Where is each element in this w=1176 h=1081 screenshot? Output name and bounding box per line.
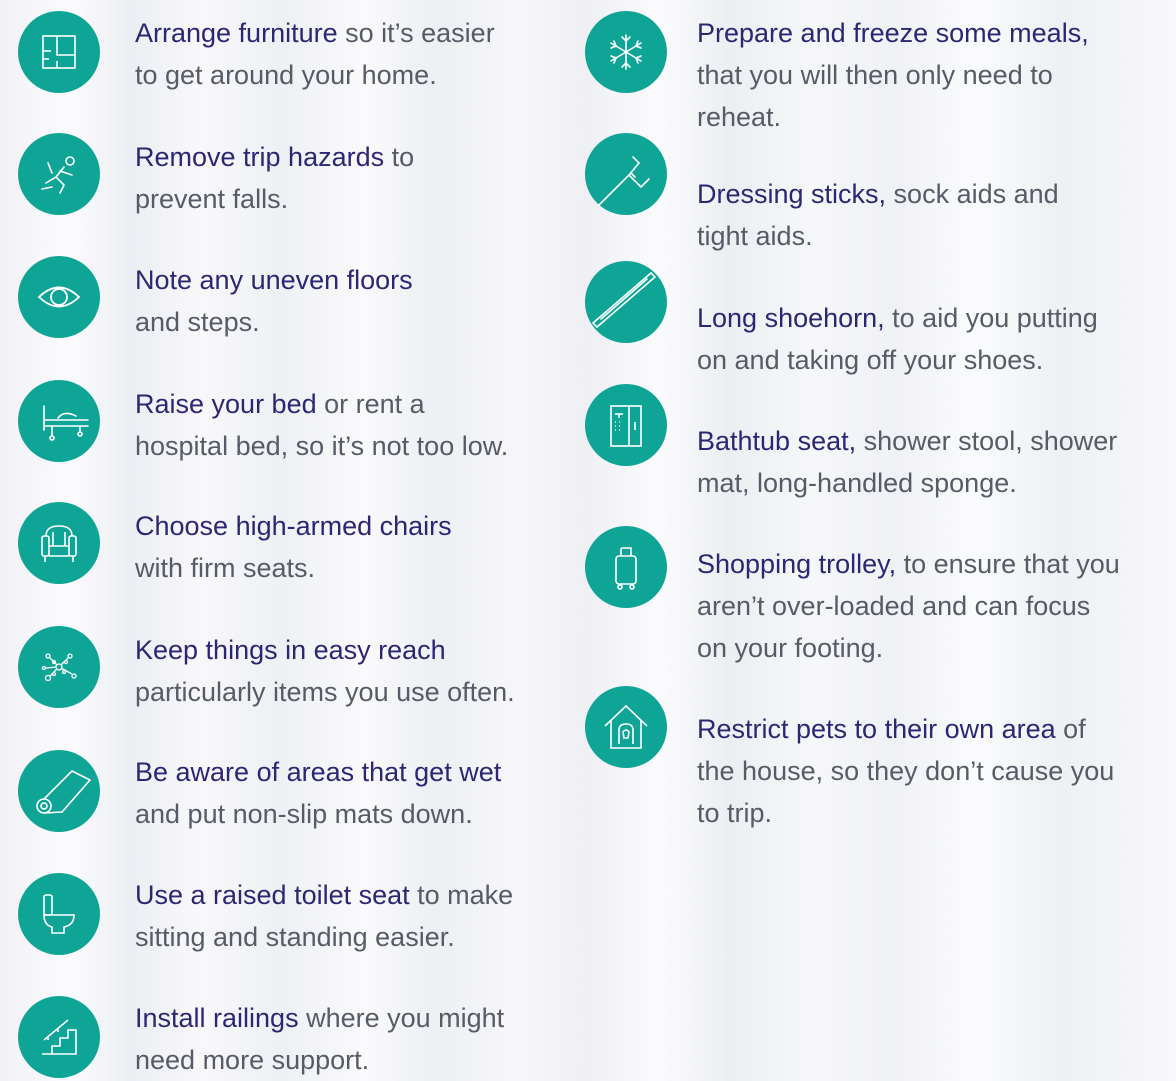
- tip-text: aren’t over-loaded and can focus: [697, 591, 1091, 621]
- tip-highlight: Restrict pets to their own area: [697, 714, 1056, 744]
- tip-text: on and taking off your shoes.: [697, 345, 1044, 375]
- tip-text: reheat.: [697, 102, 782, 132]
- network-icon: [18, 626, 100, 708]
- tip-text: sitting and standing easier.: [135, 922, 455, 952]
- shower-icon: [585, 384, 667, 466]
- tip-text: prevent falls.: [135, 184, 289, 214]
- bed-icon: [18, 380, 100, 462]
- tip-highlight: Choose high-armed chairs: [135, 511, 452, 541]
- tip-highlight: Long shoehorn,: [697, 303, 885, 333]
- tip-highlight: Arrange furniture: [135, 18, 338, 48]
- tip-text: tight aids.: [697, 221, 813, 251]
- tip-highlight: Keep things in easy reach: [135, 635, 446, 665]
- tip-text: to get around your home.: [135, 60, 437, 90]
- tip-highlight: Note any uneven floors: [135, 265, 413, 295]
- mat-roll-icon: [18, 750, 100, 832]
- tip-highlight: Be aware of areas that get wet: [135, 757, 502, 787]
- tip-text: need more support.: [135, 1045, 370, 1075]
- trolley-icon: [585, 526, 667, 608]
- toilet-icon: [18, 873, 100, 955]
- tip-highlight: Remove trip hazards: [135, 142, 385, 172]
- tip-text: mat, long-handled sponge.: [697, 468, 1017, 498]
- tip-text: the house, so they don’t cause you: [697, 756, 1115, 786]
- tip-highlight: Prepare and freeze some meals,: [697, 18, 1089, 48]
- shoehorn-icon: [585, 261, 667, 343]
- tip-text: and put non-slip mats down.: [135, 799, 473, 829]
- tip-text: or rent a: [316, 389, 425, 419]
- tip-text: so it’s easier: [337, 18, 495, 48]
- snowflake-icon: [585, 11, 667, 93]
- tip-text: to trip.: [697, 798, 773, 828]
- tip-text: hospital bed, so it’s not too low.: [135, 431, 509, 461]
- tip-text: and steps.: [135, 307, 260, 337]
- tip-text: on your footing.: [697, 633, 884, 663]
- tip-text: to make: [409, 880, 514, 910]
- tip-text: sock aids and: [886, 179, 1059, 209]
- stairs-railing-icon: [18, 996, 100, 1078]
- tip-text: to aid you putting: [884, 303, 1098, 333]
- tip-text: where you might: [298, 1003, 505, 1033]
- tip-highlight: Bathtub seat,: [697, 426, 857, 456]
- eye-icon: [18, 256, 100, 338]
- tip-highlight: Shopping trolley,: [697, 549, 897, 579]
- tip-highlight: Install railings: [135, 1003, 299, 1033]
- tip-text: to: [384, 142, 415, 172]
- tip-text: shower stool, shower: [856, 426, 1118, 456]
- armchair-icon: [18, 502, 100, 584]
- tip-text: to ensure that you: [896, 549, 1120, 579]
- tip-text: with firm seats.: [135, 553, 316, 583]
- floor-plan-icon: [18, 11, 100, 93]
- dressing-stick-icon: [585, 133, 667, 215]
- tip-text: that you will then only need to: [697, 60, 1053, 90]
- tip-text: of: [1055, 714, 1086, 744]
- tip-highlight: Use a raised toilet seat: [135, 880, 410, 910]
- tip-highlight: Dressing sticks,: [697, 179, 887, 209]
- tip-text: particularly items you use often.: [135, 677, 515, 707]
- falling-person-icon: [18, 133, 100, 215]
- tip-highlight: Raise your bed: [135, 389, 317, 419]
- pet-house-icon: [585, 686, 667, 768]
